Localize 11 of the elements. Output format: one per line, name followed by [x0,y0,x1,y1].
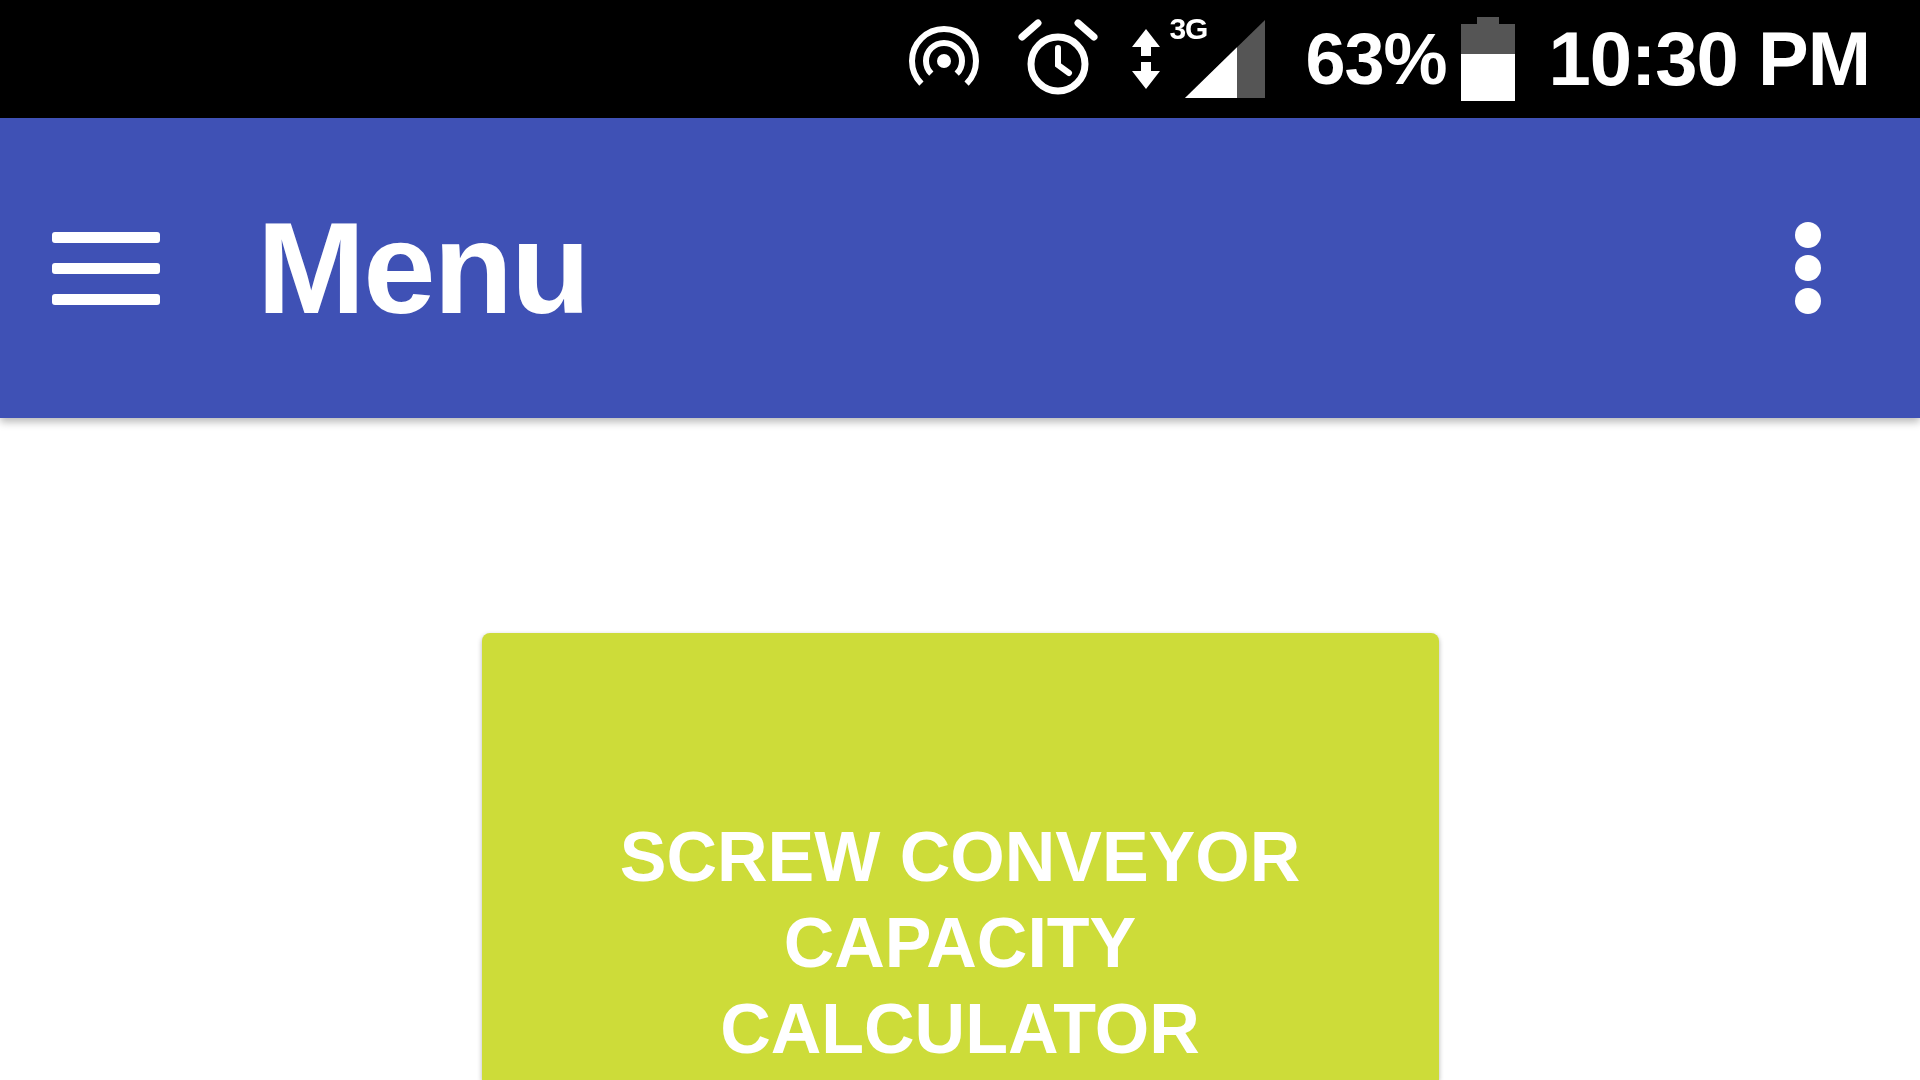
menu-icon [52,231,160,305]
vertical-dots-icon [1794,221,1822,315]
more-options-button[interactable] [1794,221,1822,315]
battery-percentage: 63% [1305,18,1447,101]
battery-icon [1460,17,1515,101]
data-arrows-icon [1131,29,1162,89]
network-type-label: 3G [1169,12,1208,46]
app-bar-title: Menu [257,194,589,343]
navigation-menu-button[interactable] [52,231,160,305]
calculator-menu-button[interactable]: SCREW CONVEYOR CAPACITY CALCULATOR [481,633,1439,1080]
clock-time: 10:30 PM [1548,17,1870,101]
